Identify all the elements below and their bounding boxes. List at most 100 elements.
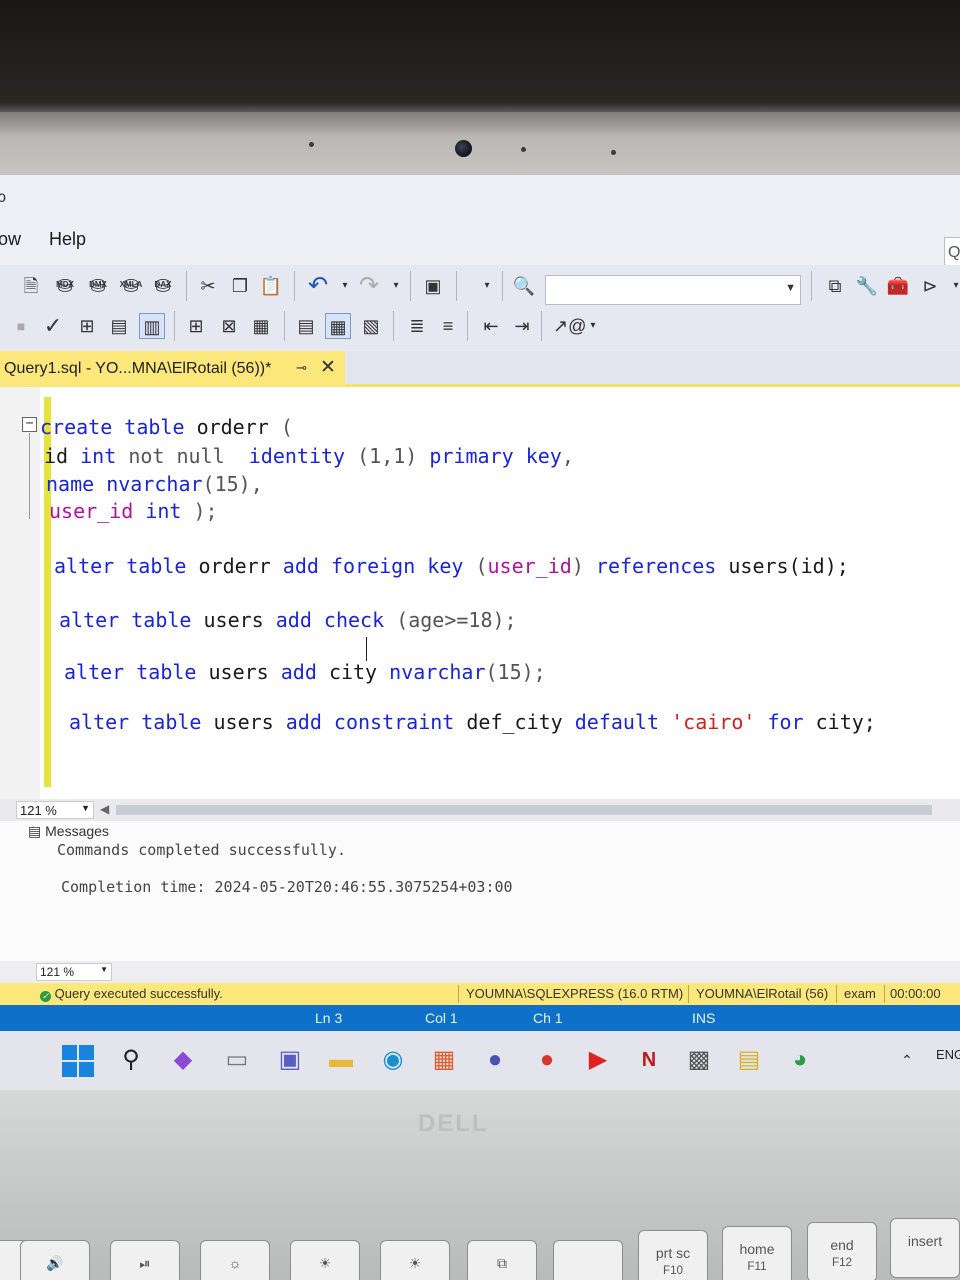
youtube-icon[interactable]: ▶ xyxy=(581,1043,615,1077)
editor-zoom-select[interactable]: 121 % ▼ xyxy=(16,801,94,819)
windows-start-icon[interactable] xyxy=(62,1045,94,1077)
query-document-tab[interactable]: Query1.sql - YO...MNA\ElRotail (56))* ⊸ … xyxy=(0,351,345,387)
undo-dropdown-icon[interactable]: ▾ xyxy=(332,273,358,299)
edge-browser-icon[interactable]: ◉ xyxy=(376,1043,410,1077)
zoom-value: 121 % xyxy=(40,965,75,979)
powershell-icon[interactable]: ⊳ xyxy=(917,273,943,299)
parse-checkmark-icon[interactable]: ✓ xyxy=(40,313,66,339)
keyword: alter table xyxy=(59,608,192,632)
messages-tab-label: Messages xyxy=(45,823,109,839)
messages-tab[interactable]: ▤ Messages xyxy=(28,823,109,840)
code-line-4: user_id int ); xyxy=(49,499,218,523)
activity-monitor-icon[interactable]: ▣ xyxy=(420,273,446,299)
toolbar-separator xyxy=(456,271,457,301)
results-to-file-icon[interactable]: ▧ xyxy=(358,313,384,339)
code-line-7: alter table users add city nvarchar(15); xyxy=(64,660,546,684)
identifier: users(id); xyxy=(728,554,849,578)
zoom-value: 121 % xyxy=(20,803,57,818)
copy-icon[interactable]: ❐ xyxy=(227,273,253,299)
code-line-2: id int not null identity (1,1) primary k… xyxy=(44,444,574,468)
messages-zoom-select[interactable]: 121 % ▼ xyxy=(36,963,112,981)
results-to-grid-icon[interactable]: ▦ xyxy=(325,313,351,339)
chevron-up-icon[interactable]: ⌃ xyxy=(890,1043,924,1077)
include-actual-plan-icon[interactable]: ⊞ xyxy=(183,313,209,339)
status-divider xyxy=(836,985,837,1003)
login-name: YOUMNA\ElRotail (56) xyxy=(696,986,829,1001)
netflix-icon[interactable]: N xyxy=(632,1043,666,1077)
menu-bar: ow Help Q xyxy=(0,215,960,273)
find-in-files-icon[interactable]: 🔍 xyxy=(511,273,537,299)
menu-help[interactable]: Help xyxy=(49,229,86,250)
comment-lines-icon[interactable]: ≣ xyxy=(404,313,430,339)
outline-fold-line xyxy=(29,433,30,519)
tv-app-icon[interactable]: ● xyxy=(478,1043,512,1077)
cut-icon[interactable]: ✂ xyxy=(195,273,221,299)
available-databases-combo[interactable]: ▼ xyxy=(545,275,801,305)
undo-icon[interactable]: ↶ xyxy=(305,273,331,299)
decrease-indent-icon[interactable]: ⇤ xyxy=(478,313,504,339)
punctuation: ); xyxy=(193,499,218,523)
laptop-bezel xyxy=(0,112,960,182)
editor-gutter xyxy=(0,387,40,799)
intellisense-toggle-icon[interactable]: ▥ xyxy=(139,313,165,339)
execute-in-visual-studio-icon[interactable]: ⧉ xyxy=(822,273,848,299)
query-options-icon[interactable]: ▤ xyxy=(106,313,132,339)
client-statistics-icon[interactable]: ▦ xyxy=(248,313,274,339)
keyword: int xyxy=(80,444,117,468)
end-key: end F12 xyxy=(807,1222,877,1280)
menu-window[interactable]: ow xyxy=(0,229,21,250)
keyword: add check xyxy=(275,608,385,632)
scroll-left-icon[interactable]: ◀ xyxy=(100,802,109,816)
string-literal: 'cairo' xyxy=(671,710,756,734)
uncomment-lines-icon[interactable]: ≡ xyxy=(435,313,461,339)
copilot-icon[interactable]: ◆ xyxy=(166,1043,200,1077)
new-query-icon[interactable]: 🗎 xyxy=(18,273,44,299)
keyword: primary key xyxy=(429,444,562,468)
toolbar-overflow-icon[interactable]: ▾ xyxy=(943,273,960,299)
sql-editor[interactable]: − create table orderr ( id int not null … xyxy=(0,387,960,799)
ssms-app-icon[interactable]: ▤ xyxy=(732,1043,766,1077)
cancel-query-icon[interactable]: ■ xyxy=(8,313,34,339)
snipping-tool-icon[interactable]: ▩ xyxy=(682,1043,716,1077)
backlight-key: ☀ xyxy=(380,1240,450,1280)
messages-icon: ▤ xyxy=(28,823,46,839)
file-explorer-icon[interactable]: ▬ xyxy=(324,1043,358,1077)
toolbar-overflow-icon[interactable]: ▾ xyxy=(580,313,606,339)
collapse-block-icon[interactable]: − xyxy=(22,417,37,432)
editor-zoom-row: 121 % ▼ ◀ xyxy=(0,799,960,821)
punctuation: (15); xyxy=(485,660,546,684)
teams-icon[interactable]: ▣ xyxy=(273,1043,307,1077)
laptop-lower-body: DELL 🔊 ⏯ ☼ ☀ ☀ ⧉ prt sc F10 home F11 end F1… xyxy=(0,1090,960,1280)
results-to-text-icon[interactable]: ▤ xyxy=(293,313,319,339)
status-divider xyxy=(688,985,689,1003)
properties-wrench-icon[interactable]: 🔧 xyxy=(854,273,880,299)
dell-logo: DELL xyxy=(418,1110,489,1137)
task-view-icon[interactable]: ▭ xyxy=(220,1043,254,1077)
chrome-icon[interactable]: ◕ xyxy=(783,1043,817,1077)
toolbox-icon[interactable]: 🧰 xyxy=(885,273,911,299)
paste-icon[interactable]: 📋 xyxy=(258,273,284,299)
keyword: references xyxy=(595,554,717,578)
microsoft-store-icon[interactable]: ▦ xyxy=(427,1043,461,1077)
pin-icon[interactable]: ⊸ xyxy=(296,360,307,376)
dmx-label: DMX xyxy=(89,280,107,289)
close-icon[interactable]: ✕ xyxy=(320,356,336,379)
redo-icon[interactable]: ↷ xyxy=(356,273,382,299)
wps-office-icon[interactable]: ● xyxy=(530,1043,564,1077)
key-label: home xyxy=(739,1241,775,1257)
horizontal-scrollbar[interactable] xyxy=(116,805,932,815)
bezel-sensor xyxy=(611,150,616,155)
search-icon[interactable]: ⚲ xyxy=(114,1043,148,1077)
solution-config-dropdown-icon[interactable]: ▾ xyxy=(474,273,500,299)
tab-title: Query1.sql - YO...MNA\ElRotail (56))* xyxy=(4,360,272,377)
keyword: name xyxy=(46,472,95,496)
specify-template-values-icon[interactable]: ↗@ xyxy=(553,313,586,339)
mouse-text-cursor xyxy=(366,637,376,661)
language-indicator[interactable]: ENG xyxy=(936,1047,960,1062)
increase-indent-icon[interactable]: ⇥ xyxy=(509,313,535,339)
query-status-bar: ✓ Query executed successfully. YOUMNA\SQ… xyxy=(0,983,960,1005)
live-query-stats-icon[interactable]: ⊠ xyxy=(216,313,242,339)
identifier: id xyxy=(44,444,69,468)
estimated-plan-icon[interactable]: ⊞ xyxy=(74,313,100,339)
redo-dropdown-icon[interactable]: ▾ xyxy=(383,273,409,299)
